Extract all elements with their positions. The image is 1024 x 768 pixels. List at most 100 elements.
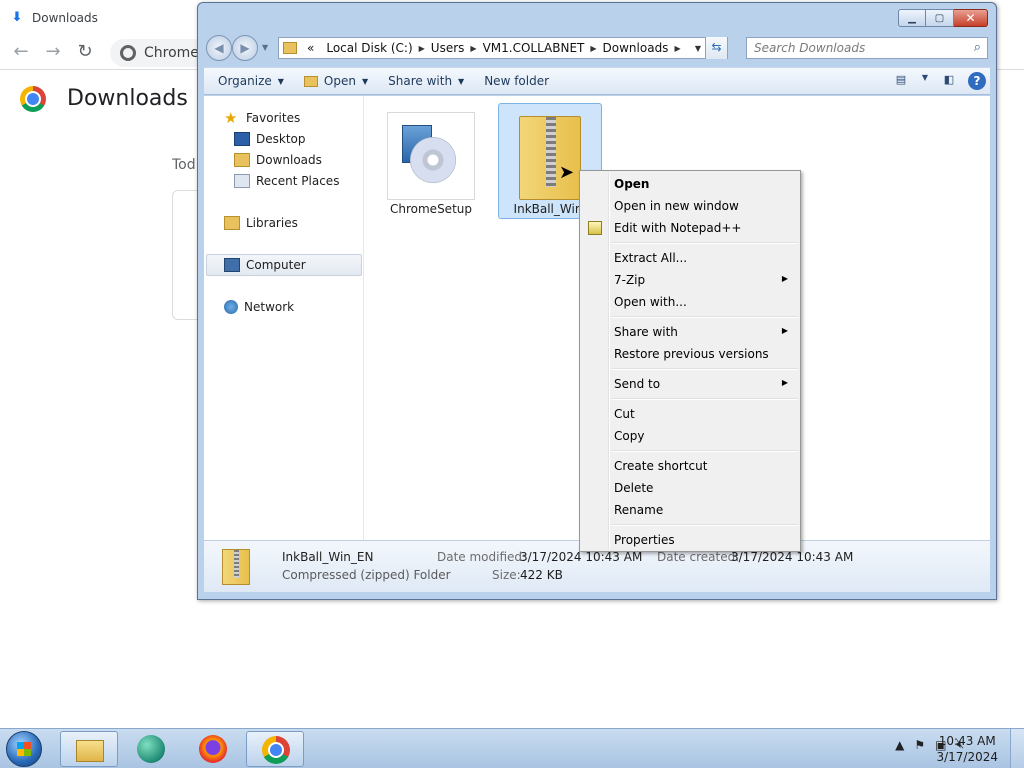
menu-item-label: 7-Zip [614, 273, 646, 287]
search-icon[interactable]: ⌕ [974, 40, 981, 55]
back-arrow-icon: ◀ [214, 41, 224, 55]
menu-item-copy[interactable]: Copy [582, 425, 798, 447]
breadcrumb-local-disk[interactable]: Local Disk (C:) [320, 41, 418, 55]
menu-item-open-with[interactable]: Open with... [582, 291, 798, 313]
nav-favorites-label: Favorites [246, 111, 301, 125]
nav-desktop[interactable]: Desktop [234, 129, 306, 149]
explorer-titlebar[interactable]: ▁ ▢ ✕ [198, 3, 996, 33]
menu-item-label: Delete [614, 481, 654, 495]
submenu-arrow-icon: ▶ [781, 378, 788, 387]
address-row: ◀ ▶ ▼ « Local Disk (C:) ▶ Users ▶ VM1.CO… [206, 35, 988, 61]
menu-item-extract-all[interactable]: Extract All... [582, 247, 798, 269]
menu-item-label: Extract All... [614, 251, 688, 265]
date-created-label: Date created: [657, 550, 740, 564]
breadcrumb-users[interactable]: Users [425, 41, 471, 55]
menu-item-open-new-window[interactable]: Open in new window [582, 195, 798, 217]
download-icon: ⬇ [11, 10, 23, 25]
start-button[interactable] [6, 731, 42, 767]
taskbar-explorer[interactable] [60, 731, 118, 767]
nav-network[interactable]: Network [224, 297, 294, 317]
menu-separator [612, 368, 798, 370]
maximize-button[interactable]: ▢ [926, 9, 954, 27]
search-placeholder: Search Downloads [754, 41, 866, 55]
show-hidden-icons-icon[interactable]: ▲ [895, 738, 904, 752]
action-center-flag-icon[interactable]: ⚑ [914, 738, 925, 752]
refresh-icon[interactable]: ⇆ [705, 37, 727, 59]
page-title: Downloads [67, 86, 188, 111]
file-item[interactable]: ChromeSetup [379, 104, 483, 220]
view-dropdown-icon[interactable]: ▼ [920, 73, 930, 89]
taskbar-app[interactable] [122, 731, 180, 767]
command-bar: Organize ▼ Open ▼ Share with ▼ New folde… [204, 67, 990, 95]
nav-favorites[interactable]: ★ Favorites [224, 108, 300, 128]
menu-item-properties[interactable]: Properties [582, 529, 798, 551]
menu-item-share-with[interactable]: Share with ▶ [582, 321, 798, 343]
menu-item-open[interactable]: Open [582, 173, 798, 195]
back-icon[interactable]: ← [10, 41, 32, 63]
organize-button[interactable]: Organize ▼ [204, 68, 294, 94]
file-name: ChromeSetup [390, 202, 472, 216]
address-bar[interactable]: « Local Disk (C:) ▶ Users ▶ VM1.COLLABNE… [278, 37, 728, 59]
folder-icon [76, 740, 104, 762]
address-overflow[interactable]: « [301, 41, 320, 55]
desktop-icon [234, 132, 250, 146]
date-modified-value: 3/17/2024 10:43 AM [520, 550, 643, 564]
taskbar-firefox[interactable] [184, 731, 242, 767]
preview-pane-icon[interactable]: ◧ [940, 73, 958, 89]
menu-item-label: Open in new window [614, 199, 739, 213]
folder-icon [303, 75, 318, 87]
forward-arrow-icon: ▶ [240, 41, 250, 55]
breadcrumb-vm1[interactable]: VM1.COLLABNET [477, 41, 591, 55]
menu-item-edit-notepad[interactable]: Edit with Notepad++ [582, 217, 798, 239]
clock[interactable]: 10:43 AM 3/17/2024 [936, 733, 998, 765]
help-icon[interactable]: ? [968, 72, 986, 90]
breadcrumb-separator-icon[interactable]: ▶ [674, 44, 680, 53]
menu-item-label: Restore previous versions [614, 347, 769, 361]
clock-time: 10:43 AM [938, 734, 996, 748]
show-desktop-button[interactable] [1010, 729, 1024, 768]
close-button[interactable]: ✕ [954, 9, 988, 27]
change-view-icon[interactable]: ▤ [892, 73, 910, 89]
menu-item-cut[interactable]: Cut [582, 403, 798, 425]
menu-item-send-to[interactable]: Send to ▶ [582, 373, 798, 395]
submenu-arrow-icon: ▶ [781, 326, 788, 335]
open-label: Open [323, 74, 356, 88]
taskbar-chrome[interactable] [246, 731, 304, 767]
menu-item-create-shortcut[interactable]: Create shortcut [582, 455, 798, 477]
share-with-button[interactable]: Share with ▼ [378, 68, 474, 94]
open-button[interactable]: Open ▼ [294, 68, 378, 94]
search-input[interactable]: Search Downloads ⌕ [746, 37, 988, 59]
forward-icon[interactable]: → [42, 41, 64, 63]
menu-separator [612, 316, 798, 318]
back-button[interactable]: ◀ [206, 35, 232, 61]
nav-network-label: Network [244, 300, 295, 314]
edge-icon [137, 735, 165, 763]
address-dropdown-icon[interactable]: ▼ [695, 44, 701, 53]
nav-computer[interactable]: Computer [224, 255, 306, 275]
menu-item-restore-versions[interactable]: Restore previous versions [582, 343, 798, 365]
nav-downloads[interactable]: Downloads [234, 150, 322, 170]
today-label: Tod [172, 157, 196, 173]
recent-pages-dropdown-icon[interactable]: ▼ [262, 43, 268, 52]
nav-libraries[interactable]: Libraries [224, 213, 298, 233]
nav-recent-places[interactable]: Recent Places [234, 171, 339, 191]
chevron-down-icon: ▼ [361, 76, 369, 86]
chrome-tab-downloads[interactable]: ⬇ Downloads [10, 6, 98, 30]
menu-item-rename[interactable]: Rename [582, 499, 798, 521]
breadcrumb-downloads[interactable]: Downloads [597, 41, 675, 55]
menu-item-7zip[interactable]: 7-Zip ▶ [582, 269, 798, 291]
menu-item-delete[interactable]: Delete [582, 477, 798, 499]
forward-button[interactable]: ▶ [232, 35, 258, 61]
chrome-site-icon [120, 45, 136, 61]
menu-item-label: Properties [614, 533, 675, 547]
minimize-button[interactable]: ▁ [898, 9, 926, 27]
menu-item-label: Open with... [614, 295, 687, 309]
menu-item-label: Edit with Notepad++ [614, 221, 742, 235]
menu-item-label: Share with [614, 325, 678, 339]
nav-downloads-label: Downloads [256, 153, 322, 167]
close-icon: ✕ [965, 11, 976, 25]
new-folder-button[interactable]: New folder [474, 68, 559, 94]
chrome-icon [262, 736, 290, 764]
menu-item-label: Rename [614, 503, 664, 517]
reload-icon[interactable]: ↻ [74, 41, 96, 63]
